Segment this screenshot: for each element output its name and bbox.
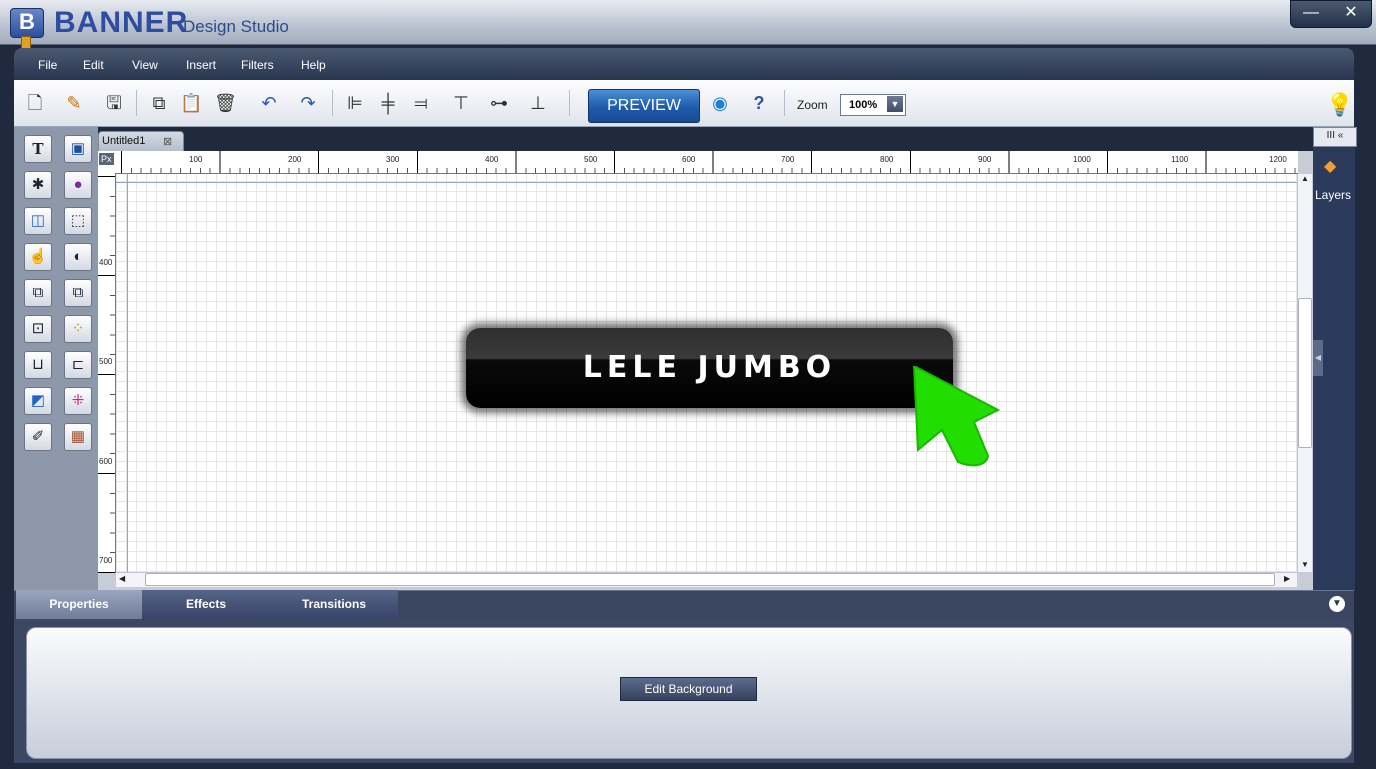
- ruler-tick-label: 100: [189, 155, 203, 164]
- layers-icon[interactable]: ◆: [1324, 156, 1336, 176]
- zoom-select[interactable]: 100% ▼: [840, 94, 906, 116]
- scroll-up-icon[interactable]: ▲: [1301, 174, 1309, 183]
- ruler-unit: Px: [99, 153, 114, 165]
- circle-tool-icon[interactable]: ◐: [64, 243, 92, 271]
- copy-icon[interactable]: ⧉: [148, 92, 170, 114]
- ungroup-icon[interactable]: ⁘: [64, 315, 92, 343]
- shape-tool-icon[interactable]: ●: [64, 171, 92, 199]
- menu-edit[interactable]: Edit: [83, 58, 104, 72]
- ruler-tick-label: 700: [99, 556, 113, 565]
- align-middle-icon[interactable]: ⊶: [488, 92, 510, 114]
- paste-icon[interactable]: 📋: [180, 92, 202, 114]
- tab-transitions[interactable]: Transitions: [270, 590, 398, 619]
- scroll-right-icon[interactable]: ▶: [1284, 574, 1290, 583]
- send-back-icon[interactable]: ⧉: [24, 279, 52, 307]
- app-name: BANNER: [54, 6, 189, 39]
- open-folder-icon[interactable]: ✎: [63, 92, 85, 114]
- menu-file[interactable]: File: [38, 58, 57, 72]
- brush-tool-icon[interactable]: ✐: [24, 423, 52, 451]
- tool-palette: T ▣ ✱ ● ◫ ⬚ ☝ ◐ ⧉ ⧉ ⊡ ⁘ ⊔ ⊏ ◩ ⁜ ✐ ▦: [14, 127, 98, 590]
- align-left-icon[interactable]: ⊫: [344, 92, 366, 114]
- chevron-down-icon[interactable]: ▼: [887, 96, 903, 112]
- guide-line: [116, 182, 1297, 183]
- menu-bar: File Edit View Insert Filters Help: [14, 48, 1354, 80]
- web-preview-icon[interactable]: ◉: [709, 92, 731, 114]
- tab-properties[interactable]: Properties: [16, 590, 142, 619]
- button-tool-icon[interactable]: ☝: [24, 243, 52, 271]
- edit-background-button[interactable]: Edit Background: [620, 677, 757, 701]
- ruler-tick-label: 600: [682, 155, 696, 164]
- document-tab[interactable]: Untitled1 ⊠: [98, 131, 184, 152]
- vertical-scroll-thumb[interactable]: [1298, 298, 1312, 448]
- new-document-icon[interactable]: 🗋: [24, 92, 46, 114]
- menu-help[interactable]: Help: [301, 58, 326, 72]
- collapse-panel-icon[interactable]: ▼: [1329, 596, 1345, 612]
- menu-insert[interactable]: Insert: [186, 58, 216, 72]
- banner-text: LELE JUMBO: [582, 350, 837, 385]
- ruler-vertical: [98, 173, 116, 573]
- align-bottom-icon[interactable]: ⊥: [527, 92, 549, 114]
- color-fill-icon[interactable]: ◩: [24, 387, 52, 415]
- ruler-tick-label: 600: [99, 457, 113, 466]
- panel-collapse-handle[interactable]: ◀: [1313, 340, 1323, 376]
- scroll-down-icon[interactable]: ▼: [1301, 560, 1309, 569]
- banner-button-element[interactable]: LELE JUMBO: [466, 328, 953, 408]
- distribute-horizontal-icon[interactable]: ⊔: [24, 351, 52, 379]
- bring-front-icon[interactable]: ⧉: [64, 279, 92, 307]
- ruler-tick-label: 400: [485, 155, 499, 164]
- pattern-icon[interactable]: ⁜: [64, 387, 92, 415]
- align-right-icon[interactable]: ⫤: [410, 92, 432, 114]
- menu-filters[interactable]: Filters: [241, 58, 274, 72]
- swatch-grid-icon[interactable]: ▦: [64, 423, 92, 451]
- image-tool-icon[interactable]: ▣: [64, 135, 92, 163]
- align-top-icon[interactable]: ⊤: [450, 92, 472, 114]
- ruler-tick-label: 400: [99, 258, 113, 267]
- save-icon[interactable]: 🖫: [103, 92, 125, 114]
- help-icon[interactable]: ?: [748, 92, 770, 114]
- ruler-tick-label: 300: [386, 155, 400, 164]
- cursor-arrow-icon: [912, 366, 1001, 467]
- minimize-button[interactable]: —: [1291, 1, 1331, 27]
- lightbulb-icon[interactable]: 💡: [1326, 92, 1353, 118]
- layers-panel-toggle[interactable]: III «: [1313, 127, 1357, 147]
- ruler-tick-label: 500: [584, 155, 598, 164]
- tab-effects[interactable]: Effects: [142, 590, 270, 619]
- distribute-vertical-icon[interactable]: ⊏: [64, 351, 92, 379]
- document-title: Untitled1: [102, 135, 146, 147]
- ruler-tick-label: 1000: [1073, 155, 1091, 164]
- preview-button[interactable]: PREVIEW: [588, 89, 700, 123]
- toolbar-separator: [569, 90, 570, 116]
- text-tool-icon[interactable]: T: [24, 135, 52, 163]
- ruler-tick-label: 800: [880, 155, 894, 164]
- toolbar-separator: [136, 90, 137, 116]
- menu-view[interactable]: View: [132, 58, 158, 72]
- ruler-tick-label: 1200: [1269, 155, 1287, 164]
- frame-tool-icon[interactable]: ⬚: [64, 207, 92, 235]
- ruler-tick-label: 900: [978, 155, 992, 164]
- toolbar-separator: [332, 90, 333, 116]
- zoom-label: Zoom: [797, 98, 828, 112]
- layers-label[interactable]: Layers: [1315, 188, 1351, 202]
- clipart-tool-icon[interactable]: ✱: [24, 171, 52, 199]
- group-icon[interactable]: ⊡: [24, 315, 52, 343]
- scroll-left-icon[interactable]: ◀: [119, 574, 125, 583]
- layout-tool-icon[interactable]: ◫: [24, 207, 52, 235]
- ruler-tick-label: 500: [99, 357, 113, 366]
- window-controls: — ✕: [1290, 0, 1372, 28]
- zoom-value: 100%: [849, 99, 878, 111]
- align-center-icon[interactable]: ╪: [377, 92, 399, 114]
- undo-icon[interactable]: ↶: [258, 92, 280, 114]
- toolbar-separator: [784, 90, 785, 116]
- ruler-tick-label: 200: [288, 155, 302, 164]
- horizontal-scroll-thumb[interactable]: [145, 573, 1275, 586]
- app-logo-icon: B: [10, 8, 44, 50]
- ruler-tick-label: 700: [781, 155, 795, 164]
- ruler-tick-label: 1100: [1171, 155, 1189, 164]
- guide-line: [127, 174, 128, 572]
- redo-icon[interactable]: ↷: [297, 92, 319, 114]
- delete-icon[interactable]: 🗑: [214, 92, 237, 114]
- app-subtitle: Design Studio: [183, 17, 289, 36]
- close-icon[interactable]: ⊠: [163, 135, 172, 148]
- close-button[interactable]: ✕: [1331, 1, 1371, 27]
